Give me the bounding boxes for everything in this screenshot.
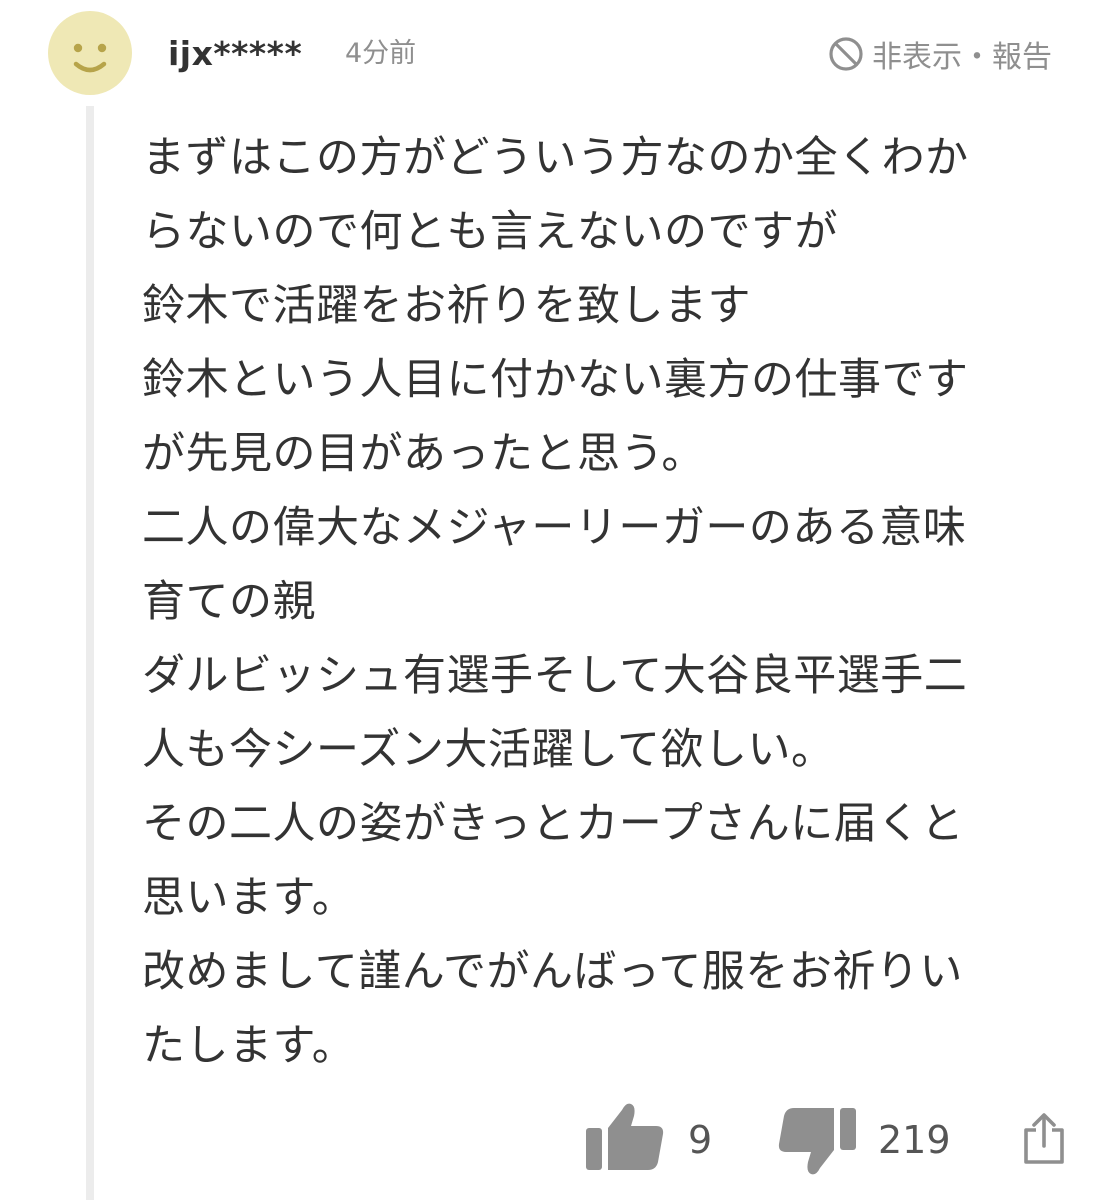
comment-card: ijx***** 4分前 非表示・報告 まずはこの方がどういう方なのか全くわか … <box>0 0 1120 1200</box>
like-button[interactable] <box>584 1098 668 1174</box>
comment-timestamp: 4分前 <box>345 38 417 69</box>
comment-body-line: まずはこの方がどういう方なのか全くわか <box>142 133 969 183</box>
comment-body-line: が先見の目があったと思う。 <box>142 429 705 479</box>
dislike-button[interactable] <box>774 1104 858 1180</box>
comment-body-line: 鈴木という人目に付かない裏方の仕事です <box>142 355 969 405</box>
thumbs-down-icon <box>778 1108 856 1175</box>
comment-actions: 9 219 <box>0 1098 1120 1188</box>
comment-username[interactable]: ijx***** <box>168 32 302 76</box>
avatar[interactable] <box>48 11 132 95</box>
thumbs-up-icon <box>586 1103 664 1170</box>
comment-body-line: 改めまして謹んでがんばって服をお祈りい <box>142 947 963 997</box>
comment-body-line: ダルビッシュ有選手そして大谷良平選手二 <box>142 651 968 701</box>
comment-body-line: 二人の偉大なメジャーリーガーのある意味 <box>142 503 967 553</box>
comment-body-line: らないので何とも言えないのですが <box>142 207 838 257</box>
comment-body-line: 鈴木で活躍をお祈りを致します <box>142 281 751 331</box>
dislike-count: 219 <box>878 1118 951 1162</box>
share-icon <box>1024 1113 1064 1164</box>
comment-body-line: 育ての親 <box>142 577 316 627</box>
hide-report-link[interactable]: 非表示・報告 <box>826 30 1052 78</box>
comment-body: まずはこの方がどういう方なのか全くわか らないので何とも言えないのですが 鈴木で… <box>142 121 1062 1083</box>
thread-line <box>86 106 94 1200</box>
prohibit-icon <box>829 37 863 71</box>
report-label: 非表示・報告 <box>872 40 1052 75</box>
comment-body-line: 思います。 <box>142 873 356 923</box>
like-count: 9 <box>688 1118 713 1162</box>
share-button[interactable] <box>1022 1112 1066 1166</box>
comment-body-line: たします。 <box>142 1021 356 1071</box>
comment-body-line: 人も今シーズン大活躍して欲しい。 <box>142 725 835 775</box>
smiley-face-icon <box>73 43 107 73</box>
comment-body-line: その二人の姿がきっとカープさんに届くと <box>142 799 965 849</box>
